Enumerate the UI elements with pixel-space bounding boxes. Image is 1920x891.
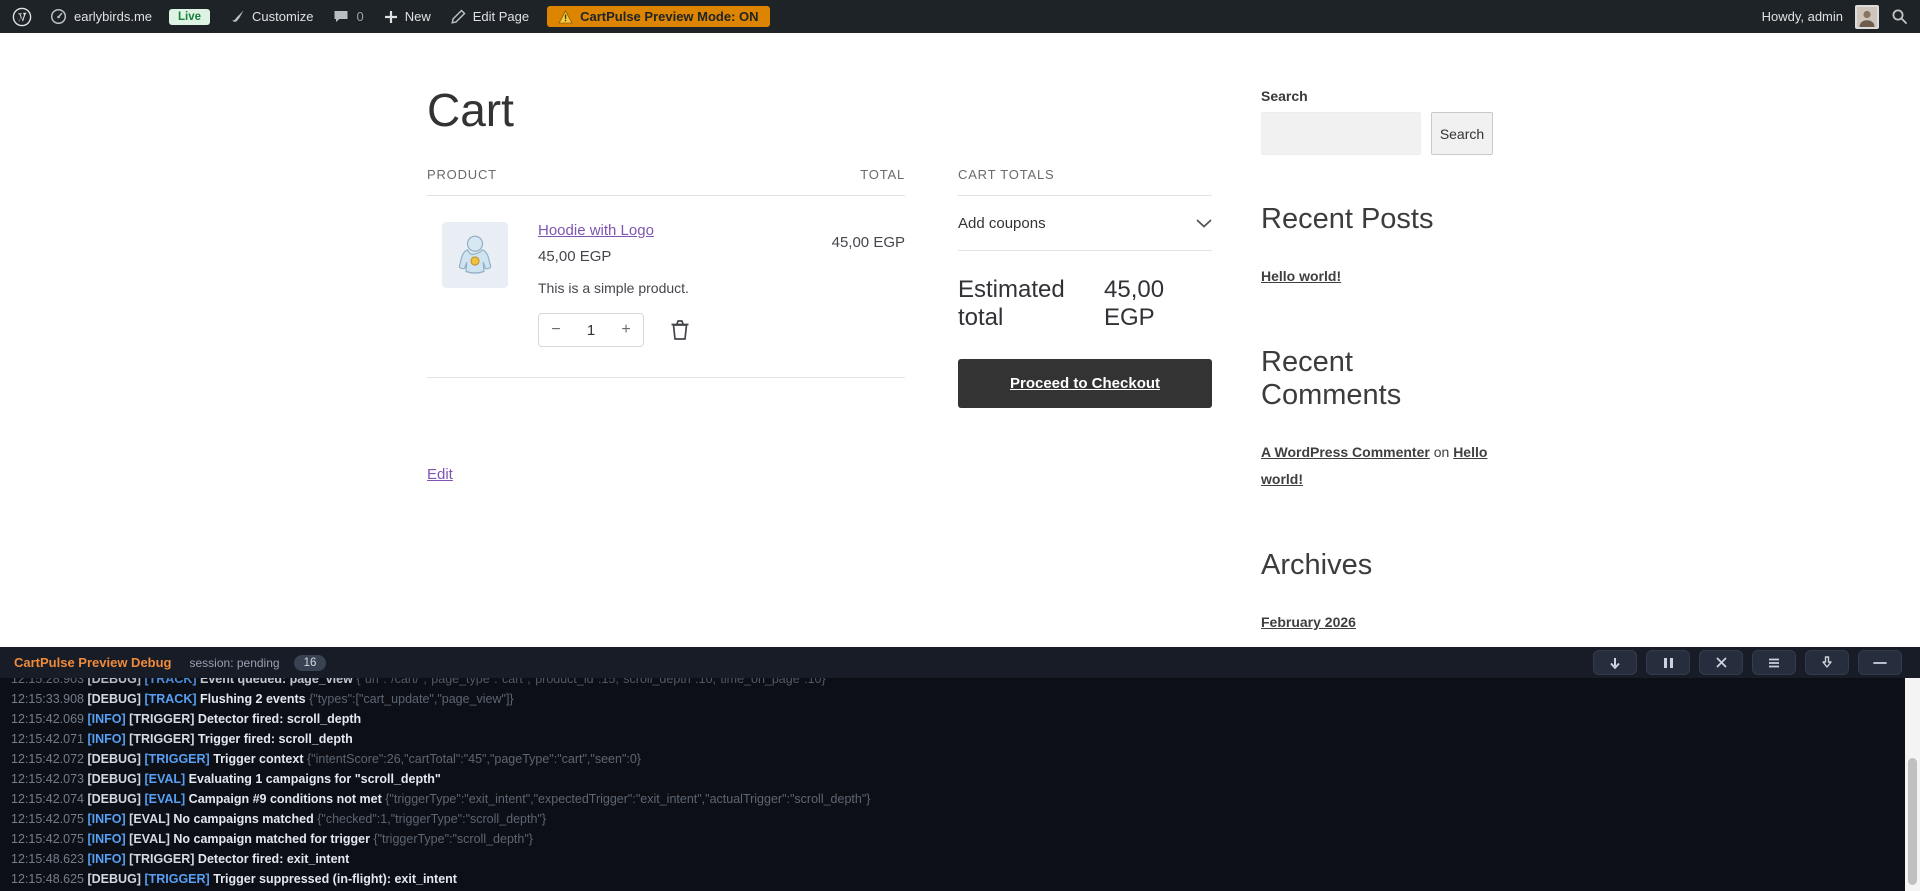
debug-log-area[interactable]: 12:15:28.903 [DEBUG] [TRACK] Event queue… [0,678,1920,891]
customize-link[interactable]: Customize [230,9,313,24]
total-column-header: TOTAL [860,167,905,182]
live-badge: Live [169,9,210,25]
cartpulse-preview-mode-badge[interactable]: CartPulse Preview Mode: ON [547,6,769,27]
proceed-to-checkout-button[interactable]: Proceed to Checkout [958,359,1212,408]
add-coupons-toggle[interactable]: Add coupons [958,196,1212,251]
chevron-down-icon [1196,215,1212,232]
plus-icon [384,10,398,24]
log-line: 12:15:42.072 [DEBUG] [TRIGGER] Trigger c… [11,749,1920,769]
debug-console-title: CartPulse Preview Debug [14,655,172,670]
page-title: Cart [427,83,514,137]
recent-comments-title: Recent Comments [1261,346,1495,412]
product-unit-price: 45,00 EGP [538,248,832,265]
estimated-total-label: Estimated total [958,276,1104,332]
brush-icon [230,9,245,24]
edit-page-label: Edit Page [473,9,529,24]
menu-lines-icon [1768,658,1780,668]
product-name-link[interactable]: Hoodie with Logo [538,222,654,239]
recent-posts-title: Recent Posts [1261,203,1495,236]
minus-icon [1873,661,1887,665]
warning-triangle-icon [558,10,573,24]
close-icon [1716,657,1727,668]
page-scrollbar[interactable] [1905,678,1920,891]
log-line: 12:15:42.069 [INFO] [TRIGGER] Detector f… [11,709,1920,729]
new-label: New [405,9,431,24]
pause-button[interactable] [1646,650,1690,675]
archive-link[interactable]: February 2026 [1261,614,1356,630]
new-menu[interactable]: New [384,9,431,24]
wordpress-logo-icon [12,7,32,27]
log-count-badge: 16 [294,655,327,671]
pause-icon [1663,657,1674,669]
customize-label: Customize [252,9,313,24]
wordpress-menu[interactable] [12,7,32,27]
site-gauge-icon [50,8,67,25]
comments-count: 0 [356,9,363,24]
sidebar: Search Search Recent Posts Hello world! … [1261,88,1495,725]
comments-item[interactable]: 0 [333,9,363,24]
cart-item-row: Hoodie with Logo 45,00 EGP This is a sim… [427,196,905,378]
log-line: 12:15:28.903 [DEBUG] [TRACK] Event queue… [11,678,1920,689]
comment-connector: on [1430,444,1453,460]
sidebar-search-input[interactable] [1261,112,1421,155]
edit-page-link[interactable]: Edit Page [451,9,529,24]
quantity-decrease-button[interactable]: − [539,321,573,339]
log-line: 12:15:42.073 [DEBUG] [EVAL] Evaluating 1… [11,769,1920,789]
download-icon [1821,656,1833,669]
clear-button[interactable] [1699,650,1743,675]
scroll-to-bottom-button[interactable] [1593,650,1637,675]
arrow-down-icon [1609,657,1621,669]
preview-mode-label: CartPulse Preview Mode: ON [580,9,758,24]
log-line: 12:15:42.075 [INFO] [EVAL] No campaign m… [11,829,1920,849]
line-total: 45,00 EGP [832,222,905,347]
wp-admin-bar: earlybirds.me Live Customize 0 New Edit … [0,0,1920,33]
sidebar-search-label: Search [1261,88,1495,104]
log-line: 12:15:42.074 [DEBUG] [EVAL] Campaign #9 … [11,789,1920,809]
product-thumbnail[interactable] [442,222,508,288]
howdy-label[interactable]: Howdy, admin [1762,9,1843,24]
cart-totals-header: CART TOTALS [958,167,1212,196]
download-logs-button[interactable] [1805,650,1849,675]
commenter-link[interactable]: A WordPress Commenter [1261,444,1430,460]
comment-bubble-icon [333,9,349,24]
avatar[interactable] [1855,5,1879,29]
cart-totals-panel: CART TOTALS Add coupons Estimated total … [958,167,1212,408]
site-name: earlybirds.me [74,9,152,24]
quantity-increase-button[interactable]: + [609,321,643,339]
log-line: 12:15:42.071 [INFO] [TRIGGER] Trigger fi… [11,729,1920,749]
product-column-header: PRODUCT [427,167,497,182]
estimated-total-value: 45,00 EGP [1104,276,1212,332]
minimize-button[interactable] [1858,650,1902,675]
log-list-button[interactable] [1752,650,1796,675]
log-line: 12:15:48.623 [INFO] [TRIGGER] Detector f… [11,849,1920,869]
edit-cart-link[interactable]: Edit [427,466,453,483]
cartpulse-debug-console: CartPulse Preview Debug session: pending… [0,647,1920,891]
session-status: session: pending [190,656,280,670]
cart-items-table: PRODUCT TOTAL Hoodie with Logo 45,00 EGP… [427,167,905,484]
sidebar-search-button[interactable]: Search [1431,112,1493,155]
scrollbar-thumb[interactable] [1908,758,1917,885]
log-line: 12:15:33.908 [DEBUG] [TRACK] Flushing 2 … [11,689,1920,709]
log-line: 12:15:48.625 [DEBUG] [TRIGGER] Trigger s… [11,869,1920,889]
recent-post-link[interactable]: Hello world! [1261,268,1341,284]
log-line: 12:15:42.075 [INFO] [EVAL] No campaigns … [11,809,1920,829]
search-icon[interactable] [1891,8,1908,25]
add-coupons-label: Add coupons [958,215,1046,232]
recent-comment-entry: A WordPress Commenter on Hello world! [1261,439,1495,493]
archives-title: Archives [1261,549,1495,582]
remove-item-button[interactable] [670,319,690,341]
product-description: This is a simple product. [538,280,832,296]
site-menu[interactable]: earlybirds.me Live [50,8,210,25]
quantity-stepper: − 1 + [538,313,644,347]
quantity-value[interactable]: 1 [573,322,609,339]
pencil-icon [451,9,466,24]
debug-console-header: CartPulse Preview Debug session: pending… [0,647,1920,678]
